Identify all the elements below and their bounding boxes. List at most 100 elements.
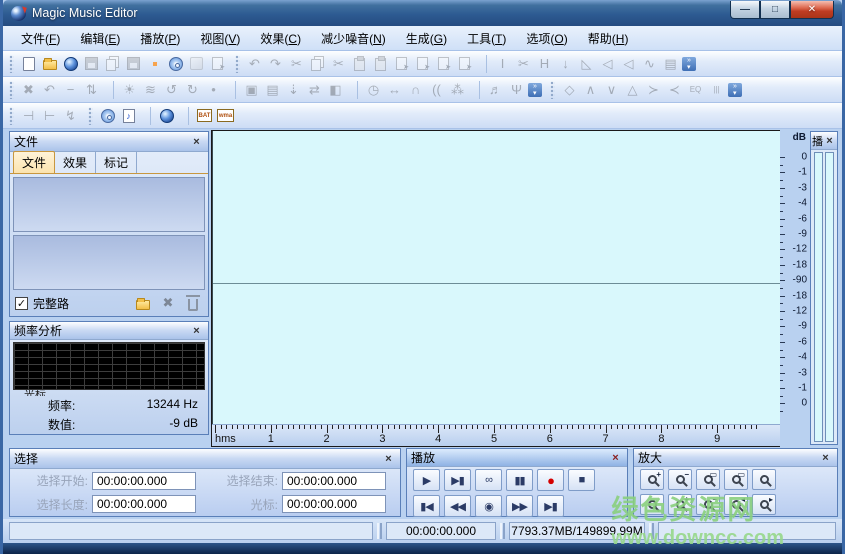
zoom-in-button[interactable]: + [640,469,664,490]
db-tick-minor [780,196,783,197]
cursor-position-input[interactable]: 00:00:00.000 [282,495,386,513]
status-grip[interactable] [377,523,382,539]
stop-button[interactable]: ■ [568,469,595,491]
cd-image-icon[interactable] [97,106,118,126]
ruler-tick [438,425,439,433]
fast-forward-button[interactable]: ▶▶ [506,495,533,517]
waveform-area[interactable]: hms123456789 [211,130,780,447]
loop-button[interactable]: ∞ [475,469,502,491]
play-panel-titlebar: 播放 × [407,449,627,467]
close-button[interactable]: ✕ [790,1,834,19]
zoom-vertical-in-button[interactable]: + [668,494,692,515]
zoom-left-button[interactable]: ◂ [724,494,748,515]
status-grip[interactable] [500,523,505,539]
extract-cd-icon[interactable] [165,54,186,74]
tab-文件[interactable]: 文件 [13,151,55,173]
ruler-tick [332,425,333,429]
file-detail-list[interactable] [13,235,205,290]
zoom-panel-title: 放大 [638,449,818,466]
full-path-label: 完整路 [33,295,128,312]
zoom-to-selection-button[interactable] [752,469,776,490]
ruler-tick [522,425,523,429]
full-path-checkbox[interactable]: ✓ [15,297,28,310]
zoom-modifier: ▸ [769,495,773,504]
toolbar-overflow-button[interactable]: »▾ [528,83,542,97]
close-icon[interactable]: × [608,451,623,465]
menu-item-V[interactable]: 视图(V) [190,27,250,50]
burn-cd-icon[interactable] [144,54,165,74]
zoom-row-1: +−▭▭ [634,467,837,492]
toolbar-grip[interactable] [88,107,93,125]
toolbar-grip[interactable] [9,55,14,73]
close-icon[interactable]: × [189,324,204,338]
db-tick-minor [780,396,783,397]
go-to-end-button[interactable]: ▶▮ [537,495,564,517]
web-convert-icon[interactable] [156,106,177,126]
menu-item-H[interactable]: 帮助(H) [578,27,639,50]
open-url-icon[interactable] [60,54,81,74]
open-folder-button[interactable] [133,295,153,312]
bat-convert-icon[interactable]: BAT [194,106,215,126]
title-bar[interactable]: Magic Music Editor —□✕ [3,0,842,26]
toolbar-grip[interactable] [9,81,14,99]
toolbar-overflow-button[interactable]: »▾ [728,83,742,97]
selection-length-input[interactable]: 00:00:00.000 [92,495,196,513]
play-panel-title: 播放 [411,449,608,466]
ruler-tick [394,425,395,429]
menu-item-T[interactable]: 工具(T) [457,27,516,50]
rewind-button[interactable]: ◀◀ [444,495,471,517]
menu-item-C[interactable]: 效果(C) [250,27,311,50]
selection-end-input[interactable]: 00:00:00.000 [282,472,386,490]
selection-start-input[interactable]: 00:00:00.000 [92,472,196,490]
menu-item-N[interactable]: 减少噪音(N) [311,27,396,50]
play-button[interactable]: ▶ [413,469,440,491]
zoom-out-button[interactable]: − [668,469,692,490]
status-grip[interactable] [649,523,654,539]
menu-item-P[interactable]: 播放(P) [130,27,190,50]
close-icon[interactable]: × [381,452,396,466]
go-to-start-button[interactable]: ▮◀ [413,495,440,517]
minimize-button[interactable]: — [730,1,760,19]
menu-item-G[interactable]: 生成(G) [396,27,457,50]
close-icon[interactable]: × [818,451,833,465]
ruler-tick [366,425,367,429]
pause-button[interactable]: ▮▮ [506,469,533,491]
ruler-tick [594,425,595,429]
play-icon: ▶ [423,474,430,487]
ruler-tick [712,425,713,429]
db-label: -4 [798,352,807,363]
play-from-cursor-button[interactable]: ◉ [475,495,502,517]
ruler-unit-label: hms [215,433,236,445]
timeline-ruler[interactable]: hms123456789 [212,424,780,446]
delete-file-button[interactable] [183,295,203,312]
menu-item-O[interactable]: 选项(O) [516,27,577,50]
zoom-right-button[interactable]: ▸ [752,494,776,515]
zoom-vertical-out-button[interactable]: − [696,494,720,515]
toolbar-overflow-button[interactable]: »▾ [682,57,696,71]
open-file-icon[interactable] [39,54,60,74]
record-button[interactable]: ● [537,469,564,491]
toolbar-grip[interactable] [9,107,14,125]
wma-convert-icon[interactable]: wma [215,106,236,126]
menu-item-E[interactable]: 编辑(E) [70,27,130,50]
zoom-selection-in-button[interactable]: ▭ [696,469,720,490]
ruler-tick [516,425,517,429]
close-icon[interactable]: × [823,134,836,148]
zoom-selection-button[interactable]: ▭ [724,469,748,490]
file-list[interactable] [13,177,205,232]
play-to-end-button[interactable]: ▶▮ [444,469,471,491]
ruler-tick [382,425,383,433]
tab-标记[interactable]: 标记 [96,152,137,173]
close-icon[interactable]: × [189,135,204,149]
toolbar-grip[interactable] [235,55,240,73]
zoom-full-button[interactable] [640,494,664,515]
ruler-tick [650,425,651,429]
remove-file-button[interactable]: ✖ [158,295,178,312]
audio-doc-icon[interactable]: ♪ [118,106,139,126]
new-file-icon[interactable] [18,54,39,74]
selection-field-label: 选择结束: [200,472,278,489]
toolbar-grip[interactable] [550,81,555,99]
tab-效果[interactable]: 效果 [55,152,96,173]
menu-item-F[interactable]: 文件(F) [11,27,70,50]
maximize-button[interactable]: □ [760,1,790,19]
